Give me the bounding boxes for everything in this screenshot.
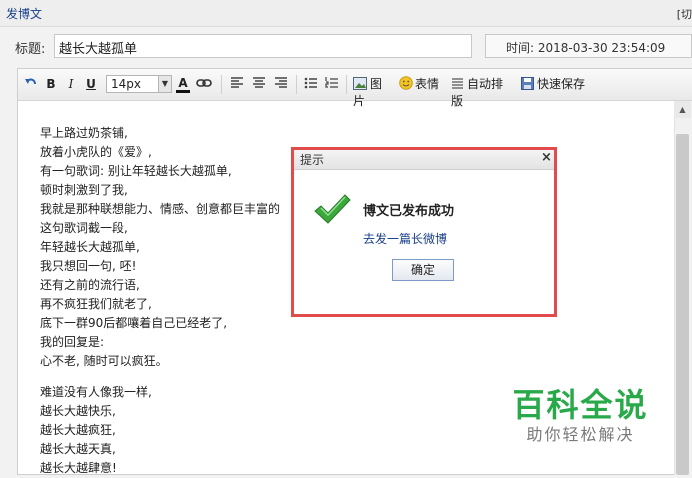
close-icon[interactable]: × xyxy=(541,150,552,165)
underline-button[interactable]: U xyxy=(85,76,97,93)
app-title: 发博文 xyxy=(6,7,43,21)
title-label: 标题: xyxy=(15,42,46,57)
dialog-title: 提示 xyxy=(300,153,325,167)
bullet-list-icon[interactable] xyxy=(304,76,318,93)
dialog-header xyxy=(294,150,554,170)
toolbar-divider xyxy=(221,75,222,94)
content-line: 越长大越肆意! xyxy=(40,461,117,475)
title-input[interactable]: 越长大越孤单 xyxy=(54,34,472,58)
undo-icon[interactable] xyxy=(24,76,38,93)
auto-layout-button[interactable]: 自动排版 xyxy=(451,76,513,108)
watermark-brand: 百科全说 xyxy=(512,386,649,424)
scroll-up-arrow-icon[interactable]: ▲ xyxy=(674,101,691,118)
top-bar xyxy=(0,0,692,27)
align-left-icon[interactable] xyxy=(230,76,244,93)
content-line: 我的回复是: xyxy=(40,335,105,349)
font-size-value: 14px xyxy=(111,77,141,91)
align-center-icon[interactable] xyxy=(252,76,266,93)
switch-link[interactable]: [切 xyxy=(677,6,692,22)
editor-toolbar: B I U 14px ▼ A 图片 表情 自动排版 快速保存 xyxy=(18,69,692,108)
emoji-button[interactable]: 表情 xyxy=(399,76,441,93)
italic-button[interactable]: I xyxy=(65,76,77,93)
ok-button[interactable]: 确定 xyxy=(392,259,454,281)
font-size-select[interactable]: 14px ▼ xyxy=(106,75,172,93)
save-icon xyxy=(521,77,534,90)
align-right-icon[interactable] xyxy=(274,76,288,93)
insert-image-button[interactable]: 图片 xyxy=(353,76,393,108)
emoji-label: 表情 xyxy=(415,77,440,91)
bold-button[interactable]: B xyxy=(45,76,57,93)
long-weibo-link[interactable]: 去发一篇长微博 xyxy=(363,230,447,247)
chevron-down-icon: ▼ xyxy=(158,76,171,92)
numbered-list-icon[interactable] xyxy=(325,76,339,93)
image-icon xyxy=(353,77,367,90)
quick-save-button[interactable]: 快速保存 xyxy=(521,76,587,93)
font-color-button[interactable]: A xyxy=(176,76,190,93)
toolbar-divider xyxy=(296,75,297,94)
content-line: 早上路过奶茶铺, xyxy=(40,126,128,140)
link-icon[interactable] xyxy=(196,76,212,93)
toolbar-divider xyxy=(346,75,347,94)
smiley-icon xyxy=(399,76,413,90)
dialog-message: 博文已发布成功 xyxy=(363,204,455,219)
watermark-slogan: 助你轻松解决 xyxy=(526,425,635,444)
scrollbar-thumb[interactable] xyxy=(676,134,689,475)
time-display: 时间: 2018-03-30 23:54:09 xyxy=(485,34,692,58)
quick-save-label: 快速保存 xyxy=(537,77,586,91)
checkmark-icon xyxy=(313,192,351,232)
layout-icon xyxy=(452,78,463,89)
